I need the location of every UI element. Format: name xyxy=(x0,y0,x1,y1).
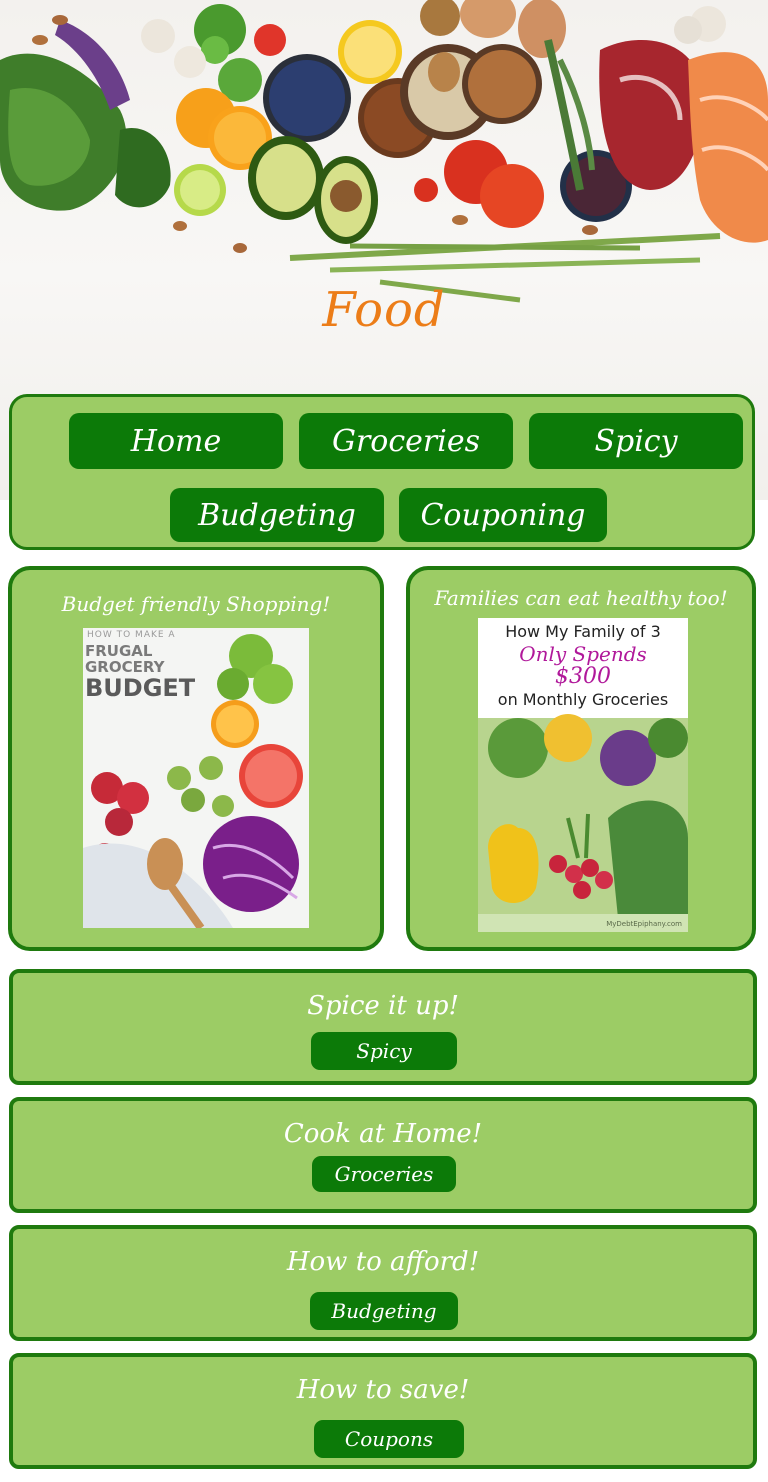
card-families-healthy[interactable]: Families can eat healthy too! How My Fam… xyxy=(406,566,756,951)
groceries-button[interactable]: Groceries xyxy=(312,1156,456,1192)
main-navigation: Home Groceries Spicy Budgeting Couponing xyxy=(9,394,755,550)
section-afford: How to afford! Budgeting xyxy=(9,1225,757,1341)
section-spice: Spice it up! Spicy xyxy=(9,969,757,1085)
frugal-budget-image[interactable]: HOW TO MAKE A FRUGAL GROCERY BUDGET xyxy=(83,628,309,928)
section-save: How to save! Coupons xyxy=(9,1353,757,1469)
section-title: Cook at Home! xyxy=(283,1119,483,1149)
nav-home-button[interactable]: Home xyxy=(69,413,283,469)
family-groceries-image[interactable]: How My Family of 3 Only Spends $300 on M… xyxy=(478,618,688,932)
frugal-produce-illustration xyxy=(83,634,303,928)
section-cook-home: Cook at Home! Groceries xyxy=(9,1097,757,1213)
hero-title: Food xyxy=(322,282,446,338)
family-produce-illustration xyxy=(478,714,688,932)
section-title: How to save! xyxy=(296,1375,470,1405)
budgeting-button[interactable]: Budgeting xyxy=(310,1292,458,1330)
coupons-button[interactable]: Coupons xyxy=(314,1420,464,1458)
nav-couponing-button[interactable]: Couponing xyxy=(399,488,607,542)
card-caption: Budget friendly Shopping! xyxy=(61,592,331,616)
hero-food-image xyxy=(0,0,768,303)
spicy-button[interactable]: Spicy xyxy=(311,1032,457,1070)
card-caption: Families can eat healthy too! xyxy=(434,586,728,610)
nav-budgeting-button[interactable]: Budgeting xyxy=(170,488,384,542)
nav-spicy-button[interactable]: Spicy xyxy=(529,413,743,469)
nav-groceries-button[interactable]: Groceries xyxy=(299,413,513,469)
image-watermark: MyDebtEpiphany.com xyxy=(606,920,682,928)
card-budget-shopping[interactable]: Budget friendly Shopping! HOW TO MAKE A … xyxy=(8,566,384,951)
section-title: How to afford! xyxy=(286,1247,480,1277)
section-title: Spice it up! xyxy=(307,991,459,1021)
